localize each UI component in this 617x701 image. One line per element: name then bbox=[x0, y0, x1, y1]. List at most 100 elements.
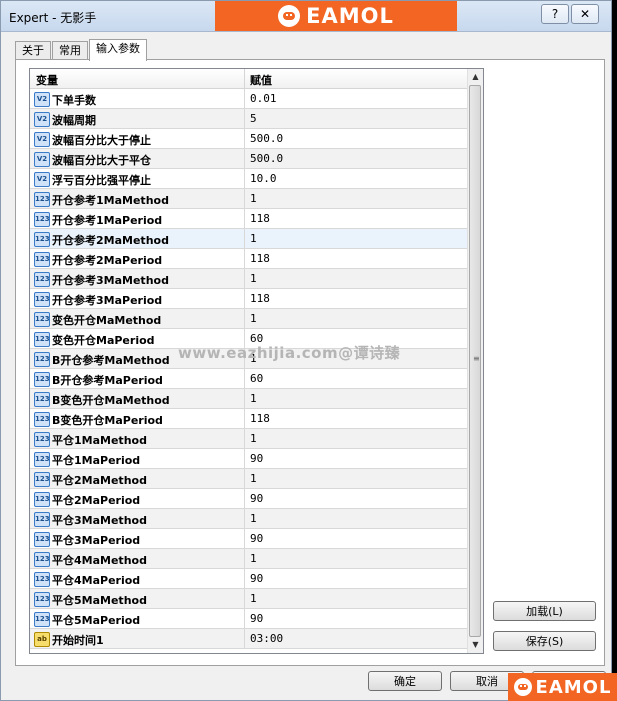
table-row[interactable]: 123 平仓1MaPeriod 90 bbox=[30, 449, 467, 469]
variable-value[interactable]: 90 bbox=[250, 572, 263, 585]
integer-type-icon: 123 bbox=[34, 292, 50, 307]
table-row[interactable]: 123 B开仓参考MaPeriod 60 bbox=[30, 369, 467, 389]
variable-name: 波幅百分比大于停止 bbox=[52, 134, 151, 147]
cell-divider bbox=[244, 609, 245, 628]
variable-value[interactable]: 90 bbox=[250, 612, 263, 625]
variable-value[interactable]: 1 bbox=[250, 552, 257, 565]
scroll-down-icon[interactable]: ▼ bbox=[468, 637, 483, 653]
variable-value[interactable]: 1 bbox=[250, 472, 257, 485]
scroll-thumb[interactable]: ≡ bbox=[469, 85, 481, 637]
cell-divider bbox=[244, 549, 245, 568]
variable-value[interactable]: 1 bbox=[250, 232, 257, 245]
table-row[interactable]: 123 平仓4MaPeriod 90 bbox=[30, 569, 467, 589]
cell-divider bbox=[244, 429, 245, 448]
variable-name: 开始时间1 bbox=[52, 634, 104, 647]
cell-divider bbox=[244, 389, 245, 408]
table-row[interactable]: 123 平仓3MaMethod 1 bbox=[30, 509, 467, 529]
grid-header: 变量 赋值 bbox=[30, 69, 467, 89]
variable-name: 平仓3MaPeriod bbox=[52, 534, 141, 547]
variable-name: 开仓参考1MaMethod bbox=[52, 194, 169, 207]
table-row[interactable]: 123 开仓参考3MaMethod 1 bbox=[30, 269, 467, 289]
save-button[interactable]: 保存(S) bbox=[493, 631, 596, 651]
table-row[interactable]: V2 波幅百分比大于停止 500.0 bbox=[30, 129, 467, 149]
integer-type-icon: 123 bbox=[34, 552, 50, 567]
variable-name: 波幅百分比大于平仓 bbox=[52, 154, 151, 167]
variable-value[interactable]: 90 bbox=[250, 532, 263, 545]
table-row[interactable]: 123 开仓参考2MaPeriod 118 bbox=[30, 249, 467, 269]
variable-value[interactable]: 118 bbox=[250, 292, 270, 305]
integer-type-icon: 123 bbox=[34, 452, 50, 467]
variable-value[interactable]: 1 bbox=[250, 432, 257, 445]
table-row[interactable]: 123 平仓5MaPeriod 90 bbox=[30, 609, 467, 629]
integer-type-icon: 123 bbox=[34, 572, 50, 587]
table-row[interactable]: 123 开仓参考1MaMethod 1 bbox=[30, 189, 467, 209]
load-button[interactable]: 加载(L) bbox=[493, 601, 596, 621]
variable-value[interactable]: 1 bbox=[250, 272, 257, 285]
integer-type-icon: 123 bbox=[34, 492, 50, 507]
variable-value[interactable]: 1 bbox=[250, 592, 257, 605]
integer-type-icon: 123 bbox=[34, 532, 50, 547]
eamol-logo-icon bbox=[513, 678, 532, 696]
table-row[interactable]: 123 开仓参考2MaMethod 1 bbox=[30, 229, 467, 249]
variable-value[interactable]: 1 bbox=[250, 392, 257, 405]
table-row[interactable]: 123 平仓3MaPeriod 90 bbox=[30, 529, 467, 549]
cell-divider bbox=[244, 629, 245, 648]
variable-value[interactable]: 118 bbox=[250, 212, 270, 225]
tab-common[interactable]: 常用 bbox=[52, 41, 88, 60]
tab-strip: 关于 常用 输入参数 bbox=[15, 39, 148, 61]
variable-value[interactable]: 03:00 bbox=[250, 632, 283, 645]
table-row[interactable]: V2 波幅百分比大于平仓 500.0 bbox=[30, 149, 467, 169]
variable-value[interactable]: 1 bbox=[250, 512, 257, 525]
cell-divider bbox=[244, 309, 245, 328]
table-row[interactable]: V2 浮亏百分比强平停止 10.0 bbox=[30, 169, 467, 189]
variable-value[interactable]: 118 bbox=[250, 412, 270, 425]
variable-value[interactable]: 60 bbox=[250, 372, 263, 385]
variable-value[interactable]: 1 bbox=[250, 312, 257, 325]
table-row[interactable]: ab 开始时间1 03:00 bbox=[30, 629, 467, 649]
column-variable[interactable]: 变量 bbox=[36, 72, 58, 88]
table-row[interactable]: V2 波幅周期 5 bbox=[30, 109, 467, 129]
table-row[interactable]: 123 开仓参考3MaPeriod 118 bbox=[30, 289, 467, 309]
brand-text: EAMOL bbox=[306, 4, 394, 28]
variable-value[interactable]: 5 bbox=[250, 112, 257, 125]
table-row[interactable]: 123 开仓参考1MaPeriod 118 bbox=[30, 209, 467, 229]
help-button[interactable]: ? bbox=[541, 4, 569, 24]
table-row[interactable]: 123 平仓5MaMethod 1 bbox=[30, 589, 467, 609]
table-row[interactable]: 123 平仓4MaMethod 1 bbox=[30, 549, 467, 569]
string-type-icon: ab bbox=[34, 632, 50, 647]
table-row[interactable]: V2 下单手数 0.01 bbox=[30, 89, 467, 109]
variable-name: 下单手数 bbox=[52, 94, 96, 107]
close-button[interactable]: ✕ bbox=[571, 4, 599, 24]
table-row[interactable]: 123 B变色开仓MaPeriod 118 bbox=[30, 409, 467, 429]
double-type-icon: V2 bbox=[34, 152, 50, 167]
variable-value[interactable]: 90 bbox=[250, 492, 263, 505]
table-row[interactable]: 123 平仓1MaMethod 1 bbox=[30, 429, 467, 449]
ok-button[interactable]: 确定 bbox=[368, 671, 442, 691]
cell-divider bbox=[244, 129, 245, 148]
variable-value[interactable]: 1 bbox=[250, 192, 257, 205]
variable-name: 波幅周期 bbox=[52, 114, 96, 127]
table-row[interactable]: 123 变色开仓MaMethod 1 bbox=[30, 309, 467, 329]
scroll-up-icon[interactable]: ▲ bbox=[468, 69, 483, 85]
column-divider[interactable] bbox=[244, 69, 245, 88]
cell-divider bbox=[244, 89, 245, 108]
cell-divider bbox=[244, 569, 245, 588]
variable-name: 平仓1MaPeriod bbox=[52, 454, 141, 467]
variable-name: B变色开仓MaPeriod bbox=[52, 414, 163, 427]
variable-value[interactable]: 118 bbox=[250, 252, 270, 265]
variable-value[interactable]: 500.0 bbox=[250, 152, 283, 165]
table-row[interactable]: 123 平仓2MaPeriod 90 bbox=[30, 489, 467, 509]
tab-inputs[interactable]: 输入参数 bbox=[89, 39, 147, 61]
variable-value[interactable]: 10.0 bbox=[250, 172, 277, 185]
variable-value[interactable]: 90 bbox=[250, 452, 263, 465]
tab-about[interactable]: 关于 bbox=[15, 41, 51, 60]
column-value[interactable]: 赋值 bbox=[250, 72, 272, 88]
table-row[interactable]: 123 B变色开仓MaMethod 1 bbox=[30, 389, 467, 409]
table-row[interactable]: 123 平仓2MaMethod 1 bbox=[30, 469, 467, 489]
variable-value[interactable]: 0.01 bbox=[250, 92, 277, 105]
brand-corner-text: EAMOL bbox=[535, 676, 612, 698]
vertical-scrollbar[interactable]: ▲ ≡ ▼ bbox=[467, 69, 483, 653]
double-type-icon: V2 bbox=[34, 132, 50, 147]
variable-value[interactable]: 500.0 bbox=[250, 132, 283, 145]
double-type-icon: V2 bbox=[34, 92, 50, 107]
